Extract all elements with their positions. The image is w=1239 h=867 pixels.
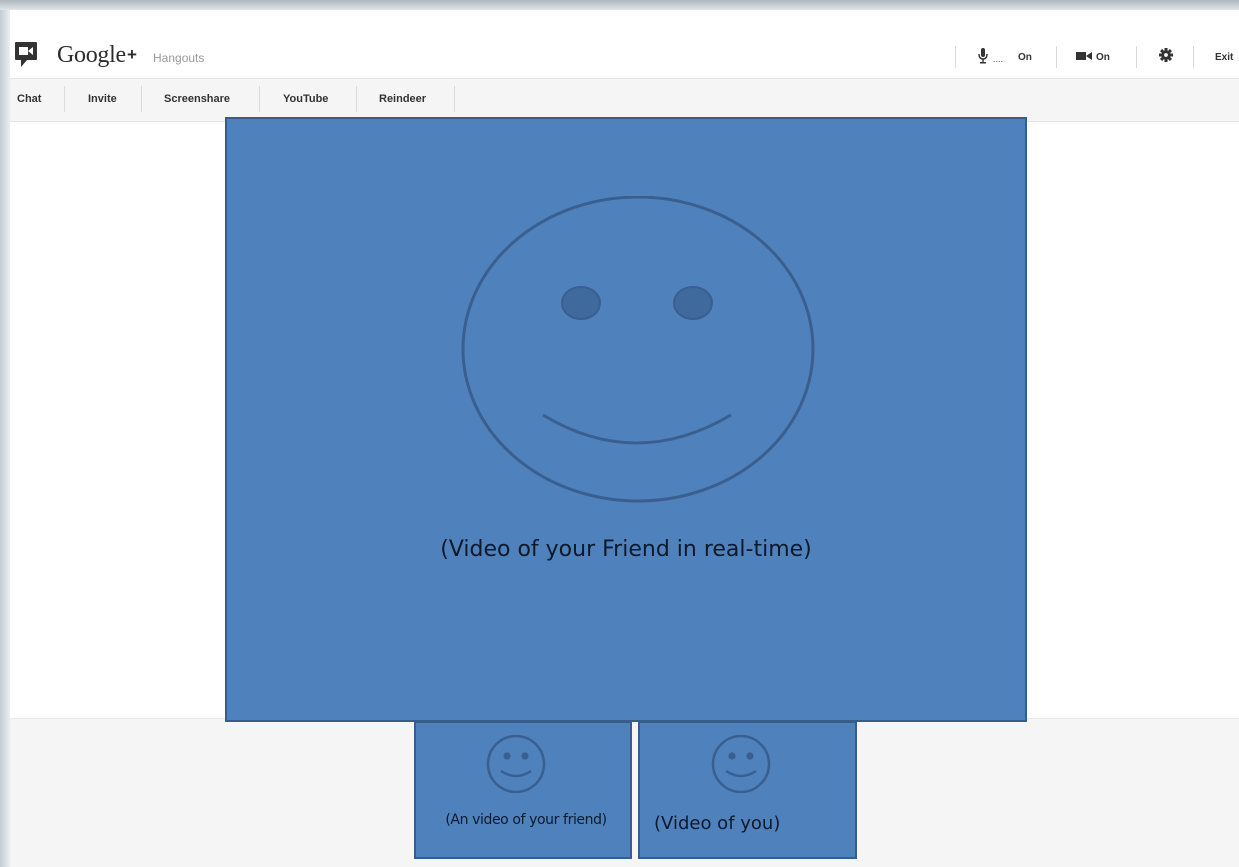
smiley-face-icon: [486, 735, 546, 793]
self-thumbnail-caption: (Video of you): [654, 813, 781, 834]
header-divider: [1193, 46, 1194, 68]
toolbar-divider: [259, 86, 260, 112]
apps-toolbar: Chat Invite Screenshare YouTube Reindeer: [10, 79, 1239, 122]
hangouts-logo-icon: [15, 42, 37, 67]
microphone-icon[interactable]: [978, 48, 988, 64]
main-video-feed[interactable]: (Video of your Friend in real-time): [225, 117, 1027, 722]
tab-screenshare[interactable]: Screenshare: [164, 93, 230, 105]
toolbar-divider: [141, 86, 142, 112]
camera-status[interactable]: On: [1096, 52, 1110, 63]
window-frame-top: [0, 0, 1239, 10]
app-header: Google + Hangouts .... On On Exit: [10, 10, 1239, 79]
tab-invite[interactable]: Invite: [88, 93, 117, 105]
brand-name: Google: [57, 42, 126, 68]
mic-level-indicator: ....: [993, 54, 1004, 64]
toolbar-divider: [64, 86, 65, 112]
smiley-face-icon: [461, 196, 815, 503]
brand-plus: +: [127, 45, 137, 64]
hangouts-app: Google + Hangouts .... On On Exit Chat I…: [10, 10, 1239, 867]
header-divider: [1136, 46, 1137, 68]
smiley-face-icon: [711, 735, 771, 793]
toolbar-divider: [454, 86, 455, 112]
product-name: Hangouts: [153, 51, 205, 65]
friend-thumbnail-caption: (An video of your friend): [445, 812, 607, 828]
exit-button[interactable]: Exit: [1215, 52, 1233, 63]
gear-icon[interactable]: [1159, 48, 1173, 62]
video-camera-icon[interactable]: [1076, 51, 1092, 61]
header-divider: [955, 46, 956, 68]
header-divider: [1056, 46, 1057, 68]
self-thumbnail[interactable]: (Video of you): [638, 721, 857, 859]
mic-status[interactable]: On: [1018, 52, 1032, 63]
toolbar-divider: [356, 86, 357, 112]
tab-reindeer[interactable]: Reindeer: [379, 93, 426, 105]
main-video-caption: (Video of your Friend in real-time): [440, 537, 812, 562]
friend-thumbnail[interactable]: (An video of your friend): [414, 721, 632, 859]
tab-chat[interactable]: Chat: [17, 93, 41, 105]
tab-youtube[interactable]: YouTube: [283, 93, 328, 105]
